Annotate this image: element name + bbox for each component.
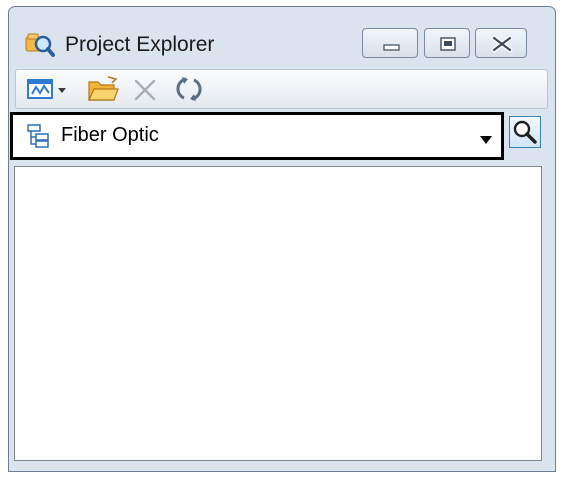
minimize-button[interactable] [362,28,418,58]
project-tree-panel[interactable] [14,166,542,461]
open-folder-icon [88,76,119,101]
tree-structure-icon [27,124,49,153]
toolbar [15,69,548,109]
chevron-down-icon[interactable] [479,132,493,150]
restore-button[interactable] [424,28,470,58]
delete-icon [134,79,156,101]
refresh-button[interactable] [172,74,206,104]
open-folder-button[interactable] [86,74,120,104]
magnifier-icon [513,120,537,144]
link-dropdown-icon [27,79,66,99]
window-title: Project Explorer [65,33,215,56]
title-bar[interactable]: Project Explorer [9,7,555,67]
search-button[interactable] [509,116,541,148]
close-button[interactable] [475,28,527,58]
link-dropdown-button[interactable] [26,74,72,104]
close-icon [491,35,513,53]
project-explorer-icon [25,31,55,57]
refresh-icon [176,77,202,101]
restore-icon [440,37,456,51]
project-selector-dropdown[interactable]: Fiber Optic [10,112,504,160]
delete-button[interactable] [130,74,160,104]
minimize-icon [383,44,400,51]
selected-project-label: Fiber Optic [61,124,159,146]
